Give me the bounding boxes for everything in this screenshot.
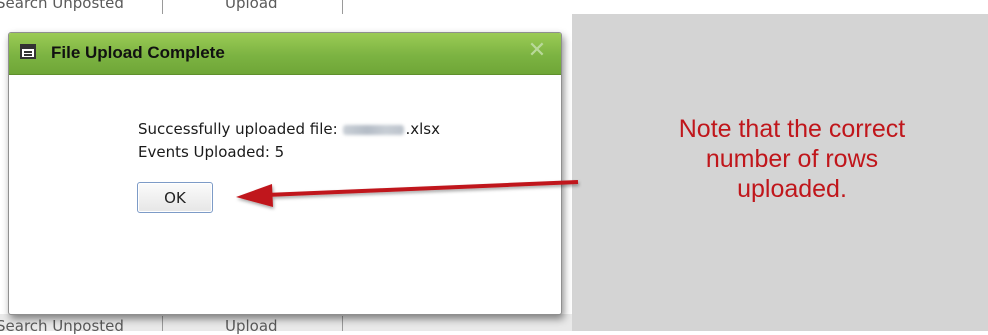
- annotation-note: Note that the correct number of rows upl…: [642, 114, 942, 204]
- note-line: number of rows: [705, 145, 879, 173]
- arrow-head-icon: [236, 184, 273, 207]
- note-line: Note that the correct: [678, 115, 906, 143]
- arrow-shaft: [265, 180, 579, 197]
- note-line: uploaded.: [737, 175, 847, 203]
